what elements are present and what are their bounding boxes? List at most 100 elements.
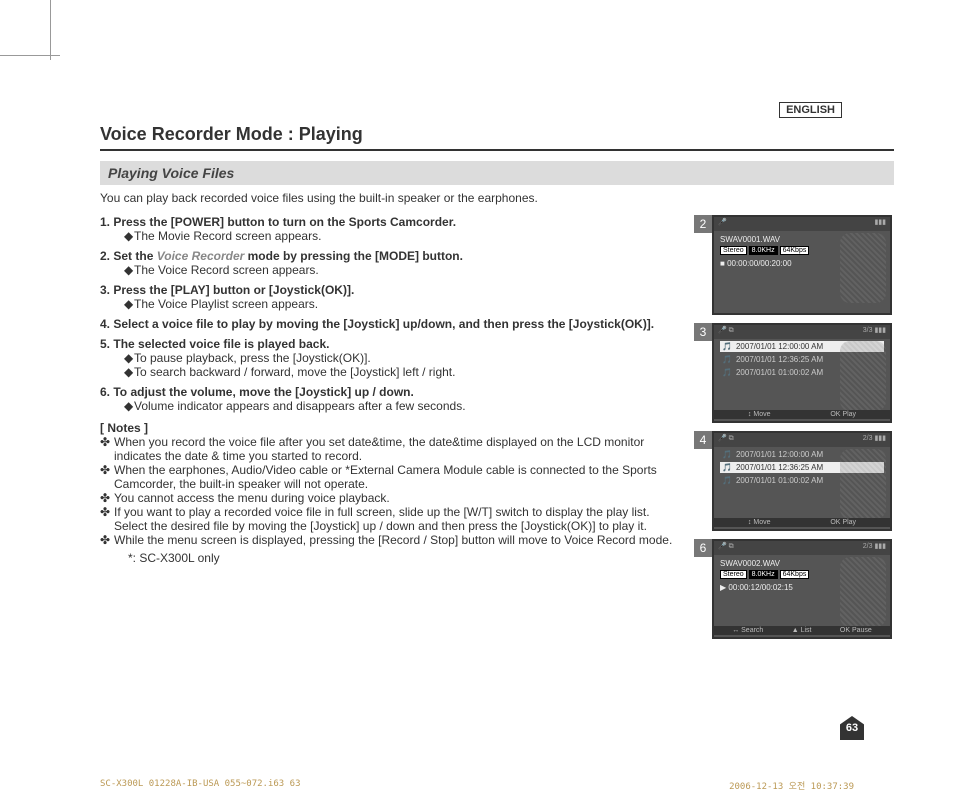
screen-number: 6: [694, 539, 712, 557]
counter: 2/3: [863, 543, 873, 550]
page: ENGLISH Voice Recorder Mode : Playing Pl…: [0, 0, 954, 687]
screen-number: 3: [694, 323, 712, 341]
file-icon: 🎵: [722, 355, 732, 364]
step-num: 5.: [100, 337, 110, 351]
notes-heading: [ Notes ]: [100, 421, 684, 435]
footnote: *: SC-X300L only: [128, 551, 684, 565]
diamond-icon: ◆: [124, 399, 134, 413]
step-num: 2.: [100, 249, 110, 263]
screen-2: 2 🎤▮▮▮ SWAV0001.WAV Stereo 8.0KHz 64Kbps…: [694, 215, 894, 315]
footer: SC-X300L 01228A-IB-USA 055~072.i63 63 20…: [100, 779, 854, 792]
note-text: While the menu screen is displayed, pres…: [114, 533, 672, 547]
mic-icon: 🎤: [718, 218, 727, 230]
samplerate-badge: 8.0KHz: [749, 246, 778, 255]
file-icon: 🎵: [722, 368, 732, 377]
lcd-mock: 🎤 ⧉2/3 ▮▮▮ SWAV0002.WAV Stereo 8.0KHz 64…: [712, 539, 892, 639]
step-4: 4. Select a voice file to play by moving…: [100, 317, 684, 331]
samplerate-badge: 8.0KHz: [749, 570, 778, 579]
language-badge: ENGLISH: [779, 102, 842, 118]
diamond-icon: ◆: [124, 351, 134, 365]
ok-icon: OK: [840, 627, 850, 634]
cross-icon: ✤: [100, 463, 114, 477]
audio-mode-badge: Stereo: [720, 246, 747, 255]
hint-search: Search: [741, 627, 763, 634]
search-icon: ↔: [732, 627, 739, 634]
file-icon: 🎵: [722, 476, 732, 485]
cross-icon: ✤: [100, 491, 114, 505]
mic-icon: 🎤 ⧉: [718, 434, 734, 446]
hint-move: Move: [753, 411, 770, 418]
note-item: ✤When you record the voice file after yo…: [114, 435, 684, 463]
mic-icon: 🎤 ⧉: [718, 326, 734, 338]
page-number: 63: [840, 716, 864, 740]
section-subtitle: Playing Voice Files: [100, 161, 894, 185]
mic-icon: 🎤 ⧉: [718, 542, 734, 554]
note-text: You cannot access the menu during voice …: [114, 491, 390, 505]
step-head-em: Voice Recorder: [157, 249, 245, 263]
intro-text: You can play back recorded voice files u…: [100, 191, 894, 205]
diamond-icon: ◆: [124, 297, 134, 311]
step-sub: To pause playback, press the [Joystick(O…: [134, 351, 371, 365]
step-1: 1. Press the [POWER] button to turn on t…: [100, 215, 684, 243]
cross-icon: ✤: [100, 435, 114, 449]
list-item-date: 2007/01/01 12:36:25 AM: [736, 463, 823, 472]
microphone-graphic: [840, 449, 886, 519]
counter: 3/3: [863, 327, 873, 334]
file-icon: 🎵: [722, 450, 732, 459]
lcd-mock: 🎤▮▮▮ SWAV0001.WAV Stereo 8.0KHz 64Kbps ■…: [712, 215, 892, 315]
note-text: When the earphones, Audio/Video cable or…: [114, 463, 657, 491]
ok-icon: OK: [830, 411, 840, 418]
file-icon: 🎵: [722, 463, 732, 472]
list-item-date: 2007/01/01 01:00:02 AM: [736, 368, 823, 377]
screen-4: 4 🎤 ⧉2/3 ▮▮▮ 🎵2007/01/01 12:00:00 AM 🎵20…: [694, 431, 894, 531]
hint-play: Play: [842, 519, 856, 526]
microphone-graphic: [840, 233, 886, 303]
step-head: Select a voice file to play by moving th…: [113, 317, 654, 331]
lcd-mock: 🎤 ⧉3/3 ▮▮▮ 🎵2007/01/01 12:00:00 AM 🎵2007…: [712, 323, 892, 423]
step-head: Press the [POWER] button to turn on the …: [113, 215, 456, 229]
timecode: 00:00:12/00:02:15: [728, 583, 793, 592]
screen-number: 4: [694, 431, 712, 449]
note-text: If you want to play a recorded voice fil…: [114, 505, 650, 533]
screen-6: 6 🎤 ⧉2/3 ▮▮▮ SWAV0002.WAV Stereo 8.0KHz …: [694, 539, 894, 639]
step-head: The selected voice file is played back.: [113, 337, 329, 351]
step-num: 4.: [100, 317, 110, 331]
battery-icon: ▮▮▮: [874, 218, 886, 230]
move-icon: ↕: [748, 411, 752, 418]
battery-icon: ▮▮▮: [874, 327, 886, 334]
microphone-graphic: [840, 557, 886, 627]
step-sub: The Movie Record screen appears.: [134, 229, 321, 243]
cross-icon: ✤: [100, 505, 114, 519]
footer-left: SC-X300L 01228A-IB-USA 055~072.i63 63: [100, 779, 300, 792]
counter: 2/3: [863, 435, 873, 442]
screenshots-column: 2 🎤▮▮▮ SWAV0001.WAV Stereo 8.0KHz 64Kbps…: [694, 215, 894, 647]
note-item: ✤You cannot access the menu during voice…: [114, 491, 684, 505]
file-icon: 🎵: [722, 342, 732, 351]
step-num: 3.: [100, 283, 110, 297]
step-sub: The Voice Playlist screen appears.: [134, 297, 318, 311]
list-item-date: 2007/01/01 01:00:02 AM: [736, 476, 823, 485]
list-item-date: 2007/01/01 12:00:00 AM: [736, 450, 823, 459]
bitrate-badge: 64Kbps: [780, 570, 810, 579]
hint-pause: Pause: [852, 627, 872, 634]
step-sub: The Voice Record screen appears.: [134, 263, 319, 277]
step-5: 5. The selected voice file is played bac…: [100, 337, 684, 379]
step-num: 6.: [100, 385, 110, 399]
step-6: 6. To adjust the volume, move the [Joyst…: [100, 385, 684, 413]
battery-icon: ▮▮▮: [874, 543, 886, 550]
step-head: To adjust the volume, move the [Joystick…: [113, 385, 413, 399]
move-icon: ↕: [748, 519, 752, 526]
diamond-icon: ◆: [124, 263, 134, 277]
step-2: 2. Set the Voice Recorder mode by pressi…: [100, 249, 684, 277]
step-sub: To search backward / forward, move the […: [134, 365, 455, 379]
step-sub: Volume indicator appears and disappears …: [134, 399, 466, 413]
microphone-graphic: [840, 341, 886, 411]
ok-icon: OK: [830, 519, 840, 526]
step-head-post: mode by pressing the [MODE] button.: [244, 249, 463, 263]
cross-icon: ✤: [100, 533, 114, 547]
note-item: ✤While the menu screen is displayed, pre…: [114, 533, 684, 547]
diamond-icon: ◆: [124, 229, 134, 243]
stop-icon: ■: [720, 259, 727, 268]
bitrate-badge: 64Kbps: [780, 246, 810, 255]
step-num: 1.: [100, 215, 110, 229]
